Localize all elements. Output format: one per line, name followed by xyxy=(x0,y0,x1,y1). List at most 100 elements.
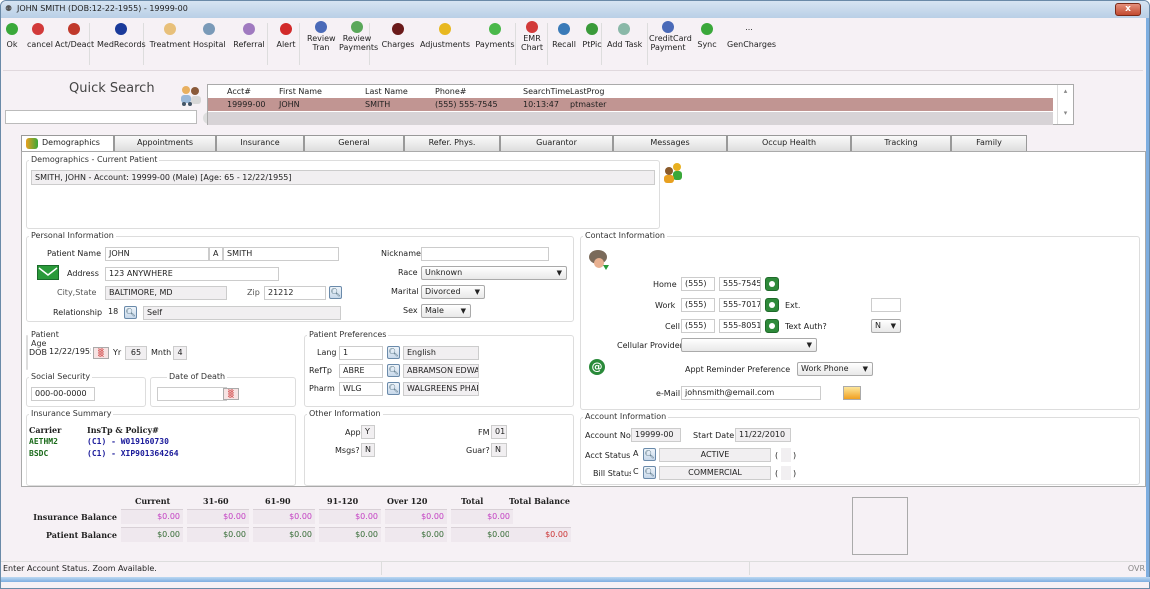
bill-status-lookup-button[interactable]: 🔍︎ xyxy=(643,466,656,479)
city-state-field[interactable]: BALTIMORE, MD xyxy=(105,286,227,300)
table-row[interactable]: 19999-00 JOHN SMITH (555) 555-7545 10:13… xyxy=(208,98,1053,111)
col-first-name[interactable]: First Name xyxy=(279,87,322,96)
grid-scrollbar[interactable]: ▴ ▾ xyxy=(1057,85,1073,124)
address-field[interactable]: 123 ANYWHERE xyxy=(105,267,279,281)
recall-icon xyxy=(558,23,570,35)
appt-reminder-select[interactable]: Work Phone ▼ xyxy=(797,362,873,376)
reftp-lookup-button[interactable]: 🔍︎ xyxy=(387,364,400,377)
recall-button[interactable]: Recall xyxy=(551,21,577,49)
marital-select[interactable]: Divorced ▼ xyxy=(421,285,485,299)
tab-family[interactable]: Family xyxy=(951,135,1027,151)
pharm-code-field[interactable]: WLG xyxy=(339,382,383,396)
relationship-code[interactable]: 18 xyxy=(105,306,123,320)
calendar-icon[interactable]: ▒ xyxy=(223,388,239,400)
referral-button[interactable]: Referral xyxy=(231,21,267,49)
last-name-field[interactable]: SMITH xyxy=(223,247,339,261)
medrecords-button[interactable]: MedRecords xyxy=(97,21,146,49)
lang-lookup-button[interactable]: 🔍︎ xyxy=(387,346,400,359)
work-area-field[interactable]: (555) xyxy=(681,298,715,312)
dob-field[interactable]: 12/22/1955 xyxy=(47,346,91,360)
tab-general[interactable]: General xyxy=(304,135,404,151)
sex-select[interactable]: Male ▼ xyxy=(421,304,471,318)
bill-status-code[interactable]: C xyxy=(631,466,643,480)
ok-button[interactable]: Ok xyxy=(5,21,19,49)
adjustments-button[interactable]: Adjustments xyxy=(419,21,471,49)
tab-occup-health[interactable]: Occup Health xyxy=(727,135,851,151)
tab-tracking[interactable]: Tracking xyxy=(851,135,951,151)
creditcard-payment-button[interactable]: CreditCard Payment xyxy=(649,19,692,52)
charges-icon xyxy=(392,23,404,35)
cell-number-field[interactable]: 555-8051 xyxy=(719,319,761,333)
tab-messages[interactable]: Messages xyxy=(613,135,727,151)
envelope-icon[interactable] xyxy=(37,265,59,280)
treatment-button[interactable]: Treatment xyxy=(149,21,191,49)
nickname-field[interactable] xyxy=(421,247,549,261)
pharm-label: Pharm xyxy=(309,384,335,393)
tab-appointments[interactable]: Appointments xyxy=(114,135,216,151)
act-deact-button[interactable]: Act/Deact xyxy=(55,21,94,49)
tab-insurance[interactable]: Insurance xyxy=(216,135,304,151)
home-phone-call-icon[interactable] xyxy=(765,277,779,291)
pharm-lookup-button[interactable]: 🔍︎ xyxy=(387,382,400,395)
first-name-field[interactable]: JOHN xyxy=(105,247,209,261)
send-email-icon[interactable] xyxy=(843,386,861,400)
middle-initial-field[interactable]: A xyxy=(209,247,223,261)
patient-window: ⚉ JOHN SMITH (DOB:12-22-1955) - 19999-00… xyxy=(0,0,1150,589)
review-payments-button[interactable]: Review Payments xyxy=(339,19,378,52)
acct-status-code[interactable]: A xyxy=(631,448,643,462)
zip-field[interactable]: 21212 xyxy=(264,286,326,300)
acct-status-lookup-button[interactable]: 🔍︎ xyxy=(643,448,656,461)
lang-code-field[interactable]: 1 xyxy=(339,346,383,360)
home-area-field[interactable]: (555) xyxy=(681,277,715,291)
work-phone-call-icon[interactable] xyxy=(765,298,779,312)
tab-refer-phys[interactable]: Refer. Phys. xyxy=(404,135,500,151)
tab-demographics[interactable]: Demographics xyxy=(21,135,114,152)
race-select[interactable]: Unknown ▼ xyxy=(421,266,567,280)
charges-button[interactable]: Charges xyxy=(379,21,417,49)
add-task-button[interactable]: Add Task xyxy=(607,21,642,49)
alert-button[interactable]: Alert xyxy=(273,21,299,49)
col-phone[interactable]: Phone# xyxy=(435,87,466,96)
col-search-time[interactable]: SearchTime xyxy=(523,87,570,96)
col-acct[interactable]: Acct# xyxy=(227,87,251,96)
gencharges-button[interactable]: ... GenCharges xyxy=(727,21,776,49)
cell-area-field[interactable]: (555) xyxy=(681,319,715,333)
family-icon xyxy=(662,162,684,184)
marital-value: Divorced xyxy=(425,287,461,296)
patient-picture[interactable] xyxy=(852,497,908,555)
fm-field[interactable]: 01 xyxy=(491,425,507,439)
cellular-provider-select[interactable]: ▼ xyxy=(681,338,817,352)
guar-field[interactable]: N xyxy=(491,443,507,457)
chevron-down-icon: ▼ xyxy=(862,365,868,373)
tab-guarantor[interactable]: Guarantor xyxy=(500,135,613,151)
date-of-death-field[interactable] xyxy=(157,387,227,401)
zip-lookup-button[interactable]: 🔍︎ xyxy=(329,286,342,299)
cancel-button[interactable]: cancel xyxy=(27,21,53,49)
relationship-lookup-button[interactable]: 🔍︎ xyxy=(124,306,137,319)
patient-balance-cell: $0.00 xyxy=(121,527,183,542)
msgs-field[interactable]: N xyxy=(361,443,375,457)
reftp-code-field[interactable]: ABRE xyxy=(339,364,383,378)
calendar-icon[interactable]: ▒ xyxy=(93,347,109,359)
quick-search-input[interactable] xyxy=(5,110,197,124)
email-field[interactable]: johnsmith@email.com xyxy=(681,386,821,400)
review-tran-button[interactable]: Review Tran xyxy=(307,19,336,52)
cell-phone-call-icon[interactable] xyxy=(765,319,779,333)
button-label: Review xyxy=(307,34,336,43)
col-last-name[interactable]: Last Name xyxy=(365,87,408,96)
app-field[interactable]: Y xyxy=(361,425,375,439)
payments-button[interactable]: Payments xyxy=(475,21,515,49)
window-title: JOHN SMITH (DOB:12-22-1955) - 19999-00 xyxy=(17,4,188,13)
col-last-prog[interactable]: LastProg xyxy=(570,87,604,96)
emr-chart-button[interactable]: EMR Chart xyxy=(519,19,545,52)
ext-field[interactable] xyxy=(871,298,901,312)
close-button[interactable]: x xyxy=(1115,3,1141,16)
ptpic-button[interactable]: PtPic xyxy=(581,21,603,49)
hospital-button[interactable]: Hospital xyxy=(193,21,226,49)
text-auth-select[interactable]: N ▼ xyxy=(871,319,901,333)
work-number-field[interactable]: 555-7017 xyxy=(719,298,761,312)
sync-button[interactable]: Sync xyxy=(695,21,719,49)
ssn-field[interactable]: 000-00-0000 xyxy=(31,387,95,401)
home-number-field[interactable]: 555-7545 xyxy=(719,277,761,291)
table-row-empty[interactable] xyxy=(208,112,1053,125)
